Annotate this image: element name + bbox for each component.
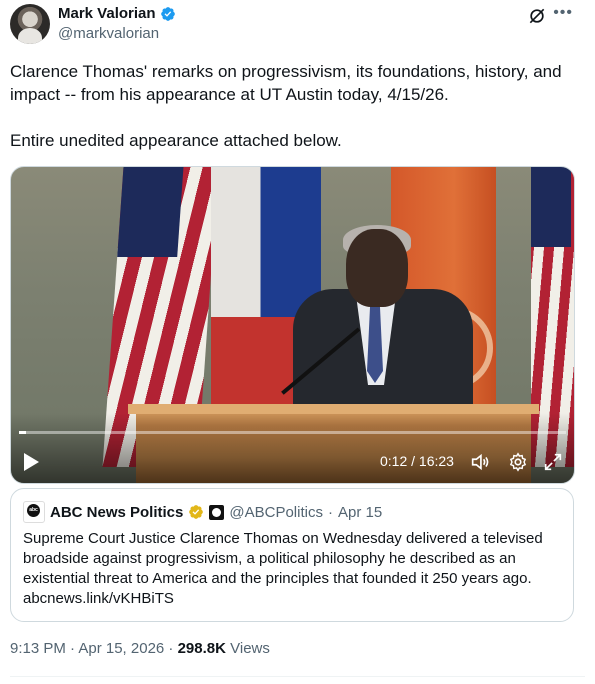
verified-badge-icon — [160, 6, 175, 21]
tweet-text-line1: Clarence Thomas' remarks on progressivis… — [10, 62, 562, 104]
volume-icon[interactable] — [469, 451, 491, 473]
author-avatar[interactable] — [10, 4, 50, 44]
quoted-tweet-link[interactable]: abcnews.link/vKHBiTS — [23, 590, 174, 607]
tweet-text: Clarence Thomas' remarks on progressivis… — [10, 60, 570, 175]
video-time: 0:12 / 16:23 — [380, 453, 454, 469]
more-options-icon[interactable]: ••• — [553, 4, 573, 22]
play-icon[interactable] — [21, 451, 41, 473]
fullscreen-icon[interactable] — [542, 451, 564, 473]
speaker-head — [346, 229, 408, 307]
gold-verified-badge-icon — [189, 505, 204, 519]
quoted-author-name[interactable]: ABC News Politics — [50, 504, 183, 521]
quoted-tweet-header: abc ABC News Politics @ABCPolitics · Apr… — [23, 501, 382, 523]
quoted-date[interactable]: Apr 15 — [338, 504, 382, 521]
video-progress-fill — [19, 431, 26, 434]
video-player[interactable]: 0:12 / 16:23 — [10, 166, 575, 484]
divider — [10, 676, 585, 677]
author-name[interactable]: Mark Valorian — [58, 5, 156, 22]
quoted-tweet-body: Supreme Court Justice Clarence Thomas on… — [23, 529, 563, 609]
tweet-timestamp[interactable]: 9:13 PM · Apr 15, 2026 · — [10, 640, 178, 657]
quoted-tweet-text: Supreme Court Justice Clarence Thomas on… — [23, 530, 543, 587]
views-count: 298.8K — [177, 640, 226, 657]
quoted-author-handle[interactable]: @ABCPolitics — [229, 504, 323, 521]
author-handle[interactable]: @markvalorian — [58, 25, 159, 42]
video-progress-bar[interactable] — [19, 431, 566, 434]
grok-icon[interactable] — [527, 6, 547, 26]
quoted-tweet[interactable]: abc ABC News Politics @ABCPolitics · Apr… — [10, 488, 574, 622]
tweet-text-line2: Entire unedited appearance attached belo… — [10, 131, 342, 150]
affiliate-badge-icon — [209, 504, 225, 520]
quoted-separator: · — [327, 503, 333, 521]
views-label: Views — [225, 640, 270, 657]
author-name-line: Mark Valorian — [58, 5, 176, 22]
tweet-meta: 9:13 PM · Apr 15, 2026 · 298.8K Views — [10, 640, 270, 657]
abc-news-logo[interactable]: abc — [23, 501, 45, 523]
tweet-header: Mark Valorian @markvalorian ••• — [10, 4, 585, 44]
settings-gear-icon[interactable] — [507, 451, 529, 473]
